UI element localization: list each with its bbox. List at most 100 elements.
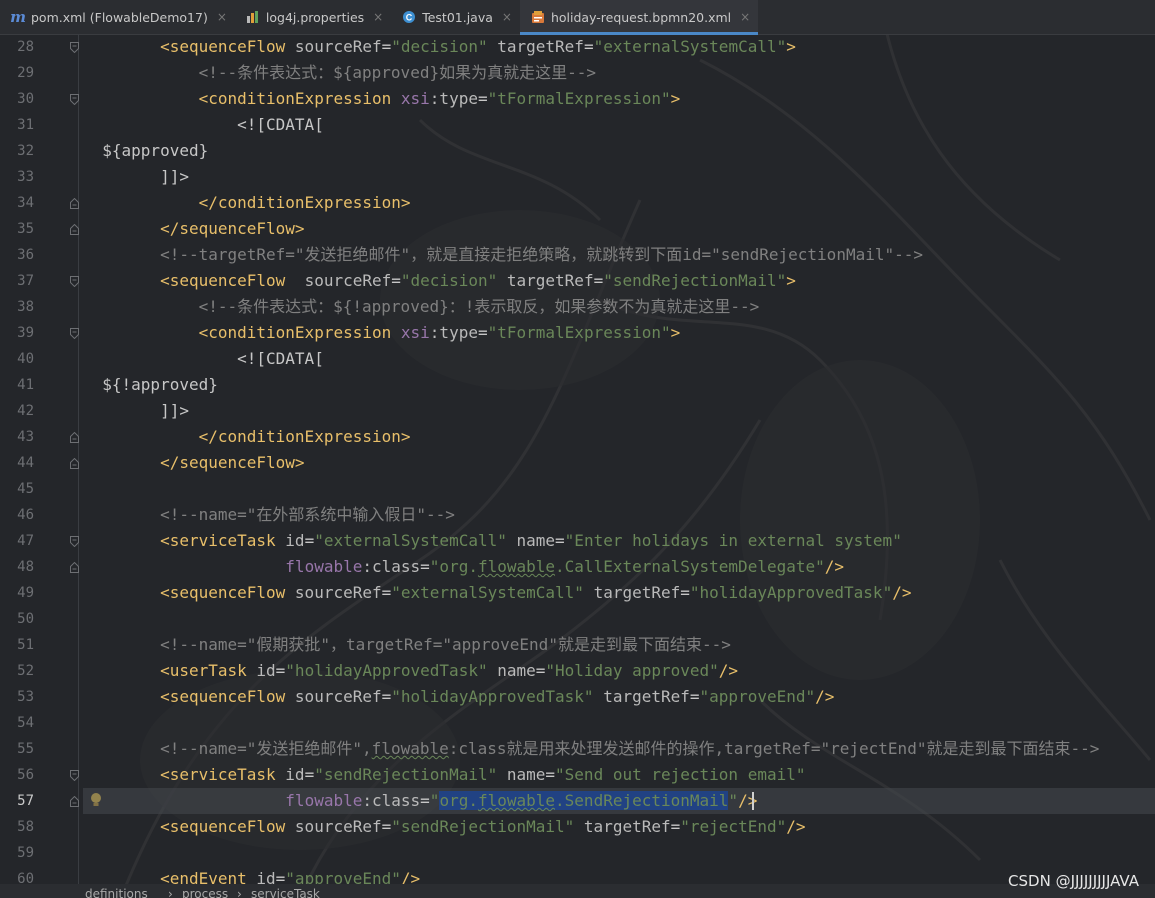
code-line[interactable]: flowable:class="org.flowable.SendRejecti… xyxy=(83,788,1155,814)
code-token: ]]> xyxy=(83,167,189,186)
close-icon[interactable]: × xyxy=(373,10,383,24)
code-line[interactable]: </conditionExpression> xyxy=(83,424,1155,450)
code-line[interactable]: ]]> xyxy=(83,164,1155,190)
breadcrumb-item-serviceTask[interactable]: serviceTask xyxy=(251,887,320,898)
code-line[interactable] xyxy=(83,840,1155,866)
code-token: name xyxy=(497,661,536,680)
tab-2[interactable]: C Test01.java × xyxy=(391,0,520,34)
fold-close-icon[interactable] xyxy=(70,796,79,807)
fold-close-icon[interactable] xyxy=(70,432,79,443)
code-token: ]]> xyxy=(83,401,189,420)
code-line[interactable]: ${!approved} xyxy=(83,372,1155,398)
tab-1[interactable]: log4j.properties × xyxy=(235,0,391,34)
line-number: 40 xyxy=(17,351,34,367)
code-token: = xyxy=(477,89,488,108)
code-token: sourceRef xyxy=(294,687,382,706)
code-line[interactable]: <sequenceFlow sourceRef="decision" targe… xyxy=(83,268,1155,294)
line-number: 39 xyxy=(17,325,34,341)
code-token: <![CDATA[ xyxy=(237,115,324,134)
code-line[interactable]: <!--targetRef="发送拒绝邮件"，就是直接走拒绝策略，就跳转到下面i… xyxy=(83,242,1155,268)
code-line[interactable]: <!--name="发送拒绝邮件",flowable:class就是用来处理发送… xyxy=(83,736,1155,762)
code-line[interactable]: <sequenceFlow sourceRef="externalSystemC… xyxy=(83,580,1155,606)
code-line[interactable]: <sequenceFlow sourceRef="decision" targe… xyxy=(83,34,1155,60)
close-icon[interactable]: × xyxy=(740,10,750,24)
line-number: 49 xyxy=(17,585,34,601)
fold-open-icon[interactable] xyxy=(70,536,79,547)
code-token: = xyxy=(304,531,315,550)
code-line[interactable]: <sequenceFlow sourceRef="sendRejectionMa… xyxy=(83,814,1155,840)
code-line[interactable]: <conditionExpression xsi:type="tFormalEx… xyxy=(83,86,1155,112)
code-token: = xyxy=(420,557,430,576)
fold-open-icon[interactable] xyxy=(70,328,79,339)
fold-open-icon[interactable] xyxy=(70,276,79,287)
close-icon[interactable]: × xyxy=(217,10,227,24)
code-line[interactable]: <!--name="在外部系统中输入假日"--> xyxy=(83,502,1155,528)
code-token: "sendRejectionMail" xyxy=(391,817,584,836)
code-line[interactable]: <!--条件表达式：${!approved}：!表示取反，如果参数不为真就走这里… xyxy=(83,294,1155,320)
code-token: :type xyxy=(429,323,478,342)
code-token: id xyxy=(285,765,305,784)
line-number: 56 xyxy=(17,767,34,783)
code-line[interactable]: <userTask id="holidayApprovedTask" name=… xyxy=(83,658,1155,684)
code-token: <userTask xyxy=(160,661,257,680)
code-token: <sequenceFlow xyxy=(160,37,295,56)
code-token: </sequenceFlow> xyxy=(160,219,305,238)
fold-open-icon[interactable] xyxy=(70,94,79,105)
code-line[interactable]: <![CDATA[ xyxy=(83,112,1155,138)
code-token: <sequenceFlow xyxy=(160,583,295,602)
code-token: </sequenceFlow> xyxy=(160,453,305,472)
code-line[interactable]: <!--条件表达式：${approved}如果为真就走这里--> xyxy=(83,60,1155,86)
code-line[interactable]: <conditionExpression xsi:type="tFormalEx… xyxy=(83,320,1155,346)
tab-0[interactable]: m pom.xml (FlowableDemo17) × xyxy=(0,0,235,34)
code-line[interactable]: </conditionExpression> xyxy=(83,190,1155,216)
editor-tab-bar: m pom.xml (FlowableDemo17) × log4j.properti… xyxy=(0,0,1155,35)
fold-open-icon[interactable] xyxy=(70,42,79,53)
code-line[interactable]: flowable:class="org.flowable.CallExterna… xyxy=(83,554,1155,580)
close-icon[interactable]: × xyxy=(502,10,512,24)
code-line[interactable]: <serviceTask id="externalSystemCall" nam… xyxy=(83,528,1155,554)
code-line[interactable] xyxy=(83,606,1155,632)
code-token: :class就是用来处理发送邮件的操作,targetRef="rejectEnd… xyxy=(448,739,1100,758)
code-editor[interactable]: <sequenceFlow sourceRef="decision" targe… xyxy=(83,34,1155,888)
code-line[interactable]: </sequenceFlow> xyxy=(83,216,1155,242)
code-line[interactable]: <sequenceFlow sourceRef="holidayApproved… xyxy=(83,684,1155,710)
code-line[interactable]: </sequenceFlow> xyxy=(83,450,1155,476)
code-token: = xyxy=(420,791,430,810)
code-line[interactable]: <serviceTask id="sendRejectionMail" name… xyxy=(83,762,1155,788)
code-token: = xyxy=(391,271,401,290)
code-token: <sequenceFlow xyxy=(160,817,295,836)
fold-close-icon[interactable] xyxy=(70,562,79,573)
breadcrumb-item-definitions[interactable]: definitions xyxy=(85,887,148,898)
code-token: " xyxy=(728,791,739,810)
tab-3[interactable]: holiday-request.bpmn20.xml × xyxy=(519,0,759,35)
code-line[interactable]: ${approved} xyxy=(83,138,1155,164)
code-token: flowable xyxy=(477,791,556,810)
xml-file-icon xyxy=(530,9,546,25)
code-line[interactable]: <!--name="假期获批"，targetRef="approveEnd"就是… xyxy=(83,632,1155,658)
code-token: <!--targetRef="发送拒绝邮件"，就是直接走拒绝策略，就跳转到下面i… xyxy=(160,245,924,264)
editor-gutter: 28 29 30 31 32 33 34 35 36 37 38 39 40 41 42 43 44 45 46 47… xyxy=(0,34,101,887)
code-line[interactable] xyxy=(83,710,1155,736)
code-token: = xyxy=(275,661,286,680)
fold-open-icon[interactable] xyxy=(70,770,79,781)
maven-icon: m xyxy=(10,8,26,26)
code-line[interactable]: <![CDATA[ xyxy=(83,346,1155,372)
breadcrumb-separator: › xyxy=(168,887,173,898)
text-caret xyxy=(752,792,754,810)
fold-close-icon[interactable] xyxy=(70,198,79,209)
code-token: = xyxy=(381,583,392,602)
breadcrumb-item-process[interactable]: process xyxy=(182,887,228,898)
code-line[interactable]: ]]> xyxy=(83,398,1155,424)
fold-close-icon[interactable] xyxy=(70,458,79,469)
code-token: <!--条件表达式：${approved}如果为真就走这里--> xyxy=(198,63,596,82)
code-line[interactable] xyxy=(83,476,1155,502)
fold-close-icon[interactable] xyxy=(70,224,79,235)
